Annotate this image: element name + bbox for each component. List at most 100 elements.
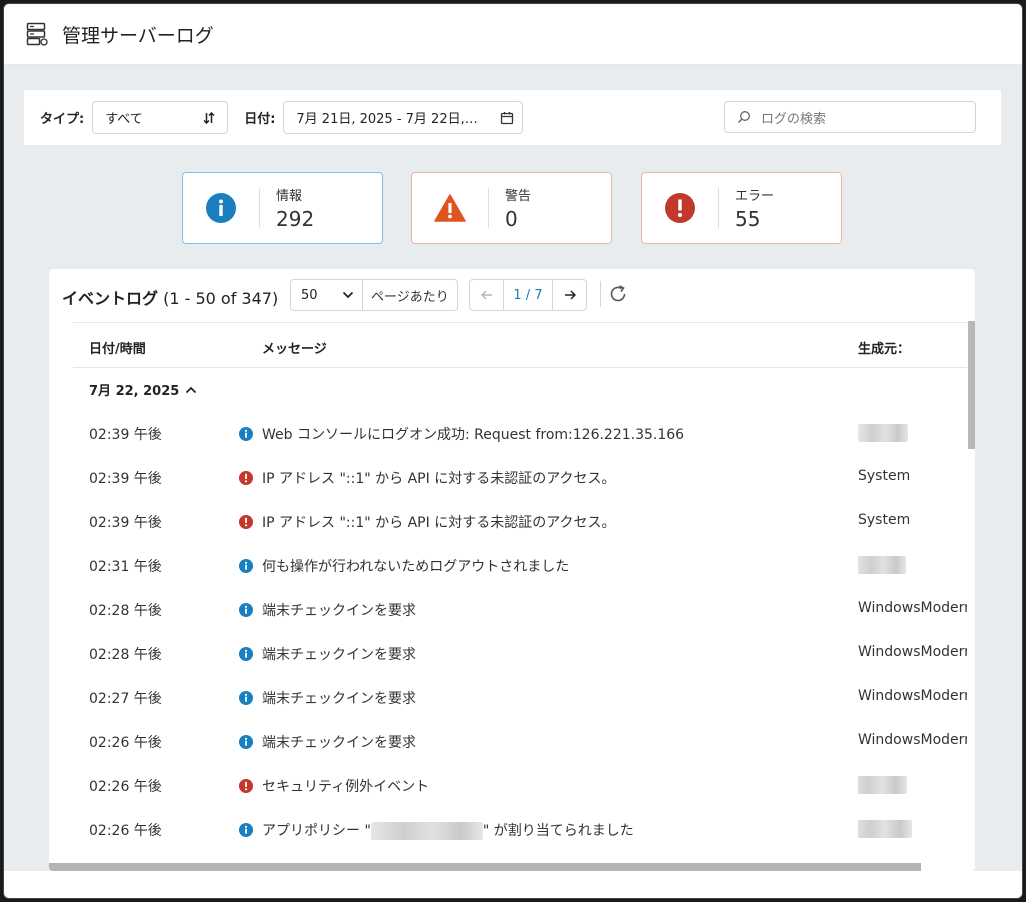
- app-window: 管理サーバーログ タイプ: すべて 日付: 7月 21日, 2025 - 7月 …: [3, 3, 1023, 899]
- row-message: 端末チェックインを要求: [262, 688, 416, 708]
- row-source: System: [858, 468, 967, 484]
- row-source: [858, 556, 967, 574]
- source-text: WindowsModern: [858, 644, 967, 660]
- row-time: 02:28 午後: [89, 647, 162, 663]
- message-suffix: " が割り当てられました: [482, 823, 634, 839]
- message-text: Web コンソールにログオン成功: Request from:126.221.3…: [262, 427, 685, 443]
- info-icon: [239, 559, 253, 577]
- source-text: System: [858, 468, 911, 484]
- event-log-panel: イベントログ (1 - 50 of 347) 50 ページあたり 1 / 7 日…: [49, 269, 975, 871]
- chevron-up-icon: [186, 386, 197, 393]
- error-icon: [239, 471, 253, 489]
- row-source: WindowsModern: [858, 644, 967, 660]
- event-log-title: イベントログ (1 - 50 of 347): [62, 285, 278, 309]
- row-source: WindowsModern: [858, 688, 967, 704]
- prev-page-button[interactable]: [470, 280, 503, 310]
- message-text: セキュリティ例外イベント: [262, 779, 430, 795]
- info-label: 情報: [276, 189, 303, 204]
- error-count: 55: [735, 207, 761, 231]
- source-text: WindowsModern: [858, 600, 967, 616]
- search-placeholder: ログの検索: [761, 111, 827, 127]
- row-time: 02:39 午後: [89, 427, 162, 443]
- calendar-icon: [501, 111, 514, 124]
- redacted-source: [858, 776, 907, 794]
- row-time: 02:26 午後: [89, 823, 162, 839]
- date-range-picker[interactable]: 7月 21日, 2025 - 7月 22日,…: [283, 101, 524, 134]
- bottom-strip: [4, 871, 1022, 898]
- table-row[interactable]: 02:39 午後 Web コンソールにログオン成功: Request from:1…: [49, 411, 967, 455]
- next-page-button[interactable]: [553, 280, 586, 310]
- row-message: セキュリティ例外イベント: [262, 776, 429, 796]
- refresh-icon: [610, 285, 626, 302]
- event-log-range: (1 - 50 of 347): [163, 289, 279, 308]
- date-group-header[interactable]: 7月 22, 2025: [89, 380, 197, 399]
- info-icon: [239, 691, 253, 709]
- message-text: IP アドレス "::1" から API に対する未認証のアクセス。: [262, 515, 616, 531]
- vertical-scrollbar[interactable]: [968, 321, 975, 449]
- per-page-select[interactable]: 50 ページあたり: [290, 279, 458, 311]
- type-filter-label: タイプ:: [40, 112, 85, 127]
- row-time: 02:27 午後: [89, 691, 162, 707]
- info-summary-card[interactable]: 情報 292: [182, 172, 383, 244]
- pagination: 1 / 7: [469, 279, 587, 311]
- table-row[interactable]: 02:31 午後 何も操作が行われないためログアウトされました: [49, 543, 967, 587]
- source-text: WindowsModern: [858, 732, 967, 748]
- log-search-input[interactable]: ログの検索: [724, 101, 976, 133]
- message-text: 何も操作が行われないためログアウトされました: [262, 559, 570, 575]
- info-icon: [239, 603, 253, 621]
- table-row[interactable]: 02:28 午後 端末チェックインを要求 WindowsModern: [49, 631, 967, 675]
- row-source: [858, 776, 967, 794]
- row-message: 端末チェックインを要求: [262, 600, 416, 620]
- message-prefix: アプリポリシー ": [262, 823, 371, 839]
- row-message: 端末チェックインを要求: [262, 644, 416, 664]
- redacted-text: [370, 822, 483, 840]
- search-icon: [738, 111, 750, 123]
- row-source: [858, 820, 967, 838]
- info-icon: [239, 647, 253, 665]
- error-summary-card[interactable]: エラー 55: [641, 172, 842, 244]
- table-row[interactable]: 02:27 午後 端末チェックインを要求 WindowsModern: [49, 675, 967, 719]
- server-icon: [26, 22, 48, 46]
- table-header: 日付/時間 メッセージ 生成元：: [73, 322, 967, 368]
- table-row[interactable]: 02:26 午後 アプリポリシー " " が割り当てられました: [49, 807, 967, 851]
- row-time: 02:39 午後: [89, 471, 162, 487]
- table-row[interactable]: 02:28 午後 端末チェックインを要求 WindowsModern: [49, 587, 967, 631]
- filter-bar: タイプ: すべて 日付: 7月 21日, 2025 - 7月 22日,… ログの…: [24, 90, 1001, 145]
- arrow-left-icon: [480, 290, 492, 300]
- column-datetime[interactable]: 日付/時間: [89, 338, 146, 357]
- refresh-button[interactable]: [600, 281, 628, 307]
- row-message: 端末チェックインを要求: [262, 732, 416, 752]
- info-icon: [239, 427, 253, 445]
- title-bar: 管理サーバーログ: [4, 4, 1022, 65]
- row-time: 02:26 午後: [89, 779, 162, 795]
- redacted-source: [858, 556, 906, 574]
- column-source[interactable]: 生成元：: [858, 338, 910, 357]
- warning-count: 0: [505, 207, 518, 231]
- table-row[interactable]: 02:26 午後 端末チェックインを要求 WindowsModern: [49, 719, 967, 763]
- current-page: 1 / 7: [503, 280, 553, 310]
- message-text: 端末チェックインを要求: [262, 691, 416, 707]
- table-row[interactable]: 02:39 午後 IP アドレス "::1" から API に対する未認証のアクセ…: [49, 455, 967, 499]
- event-log-heading: イベントログ: [62, 289, 159, 308]
- warning-label: 警告: [505, 189, 532, 204]
- warning-summary-card[interactable]: 警告 0: [411, 172, 612, 244]
- table-row[interactable]: 02:39 午後 IP アドレス "::1" から API に対する未認証のアクセ…: [49, 499, 967, 543]
- row-time: 02:31 午後: [89, 559, 162, 575]
- per-page-value: 50: [301, 287, 318, 303]
- table-row[interactable]: 02:26 午後 セキュリティ例外イベント: [49, 763, 967, 807]
- row-message: IP アドレス "::1" から API に対する未認証のアクセス。: [262, 468, 616, 488]
- row-source: System: [858, 512, 967, 528]
- source-text: System: [858, 512, 911, 528]
- redacted-source: [858, 820, 912, 838]
- column-message[interactable]: メッセージ: [262, 338, 327, 357]
- log-rows: 02:39 午後 Web コンソールにログオン成功: Request from:1…: [49, 411, 967, 851]
- redacted-source: [858, 424, 908, 442]
- horizontal-scrollbar[interactable]: [49, 863, 921, 871]
- sort-arrows-icon: [203, 111, 215, 124]
- type-filter-value: すべて: [105, 112, 143, 127]
- type-filter-select[interactable]: すべて: [92, 101, 229, 134]
- per-page-label: ページあたり: [371, 289, 449, 305]
- warning-icon: [434, 194, 466, 222]
- row-source: WindowsModern: [858, 600, 967, 616]
- error-icon: [239, 515, 253, 533]
